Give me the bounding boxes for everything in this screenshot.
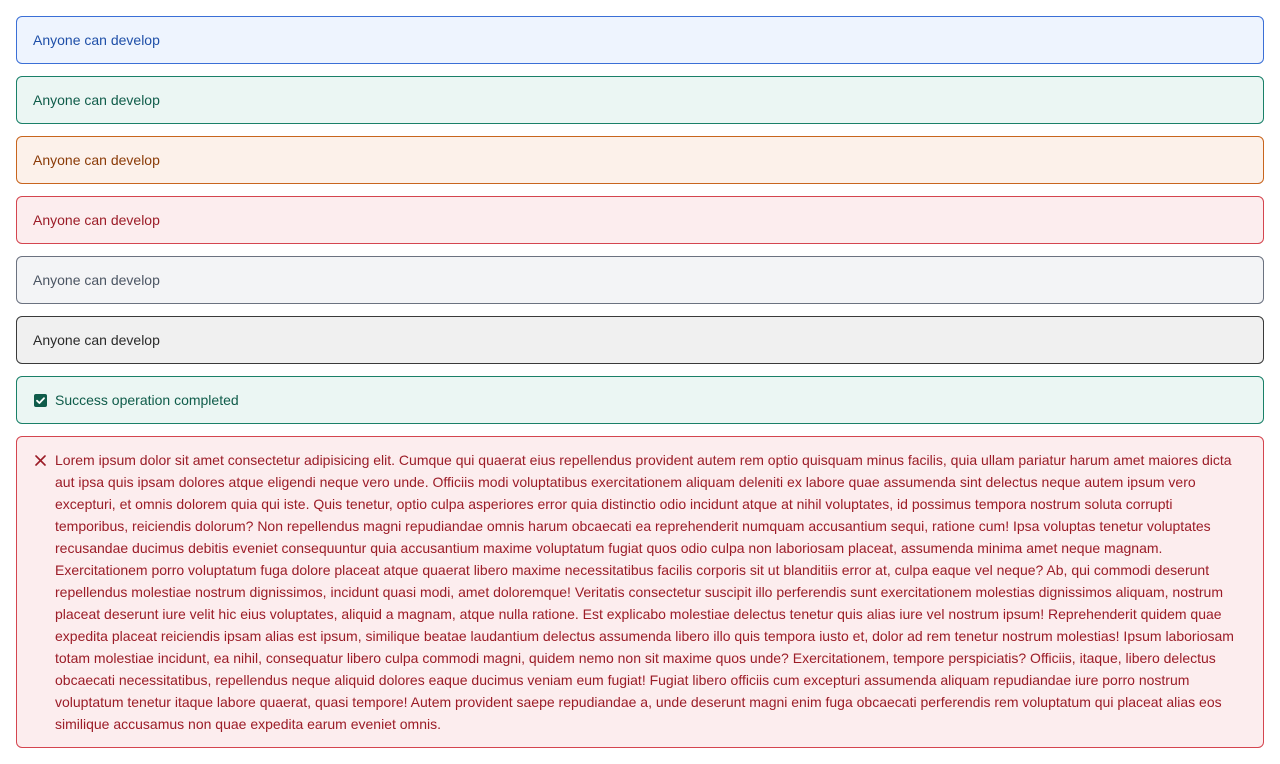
alert-warning: Anyone can develop [16,136,1264,184]
alert-dark: Anyone can develop [16,316,1264,364]
alert-secondary: Anyone can develop [16,256,1264,304]
alert-error-text: Lorem ipsum dolor sit amet consectetur a… [55,452,1234,732]
alert-dark-text: Anyone can develop [33,332,160,348]
alert-danger-text: Anyone can develop [33,212,160,228]
alert-success-with-icon: Success operation completed [16,376,1264,424]
alert-error-long: Lorem ipsum dolor sit amet consectetur a… [16,436,1264,748]
alert-info-text: Anyone can develop [33,32,160,48]
alert-info: Anyone can develop [16,16,1264,64]
alert-success-plain-text: Anyone can develop [33,92,160,108]
check-square-icon [33,393,47,407]
alert-success-text: Success operation completed [55,392,239,408]
close-icon [33,453,47,467]
alert-secondary-text: Anyone can develop [33,272,160,288]
alert-danger: Anyone can develop [16,196,1264,244]
alert-success-plain: Anyone can develop [16,76,1264,124]
alert-warning-text: Anyone can develop [33,152,160,168]
